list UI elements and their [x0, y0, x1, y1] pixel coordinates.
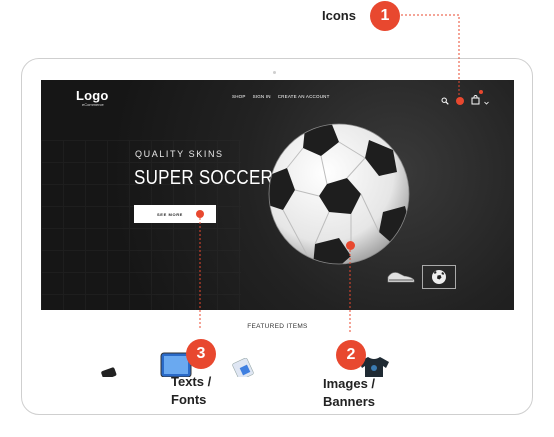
callout-texts-line1: Texts / — [171, 374, 212, 389]
callout-2-marker: 2 — [336, 340, 366, 370]
callout-3-marker: 3 — [186, 339, 216, 369]
callout-texts-line2: Fonts — [171, 392, 207, 407]
images-marker-dot — [346, 241, 355, 250]
callout-lines — [199, 14, 460, 332]
callout-images-label: Images / Banners — [323, 375, 375, 411]
callout-1-marker: 1 — [370, 1, 400, 31]
callout-texts-label: Texts / Fonts — [171, 373, 211, 409]
callout-images-line2: Banners — [323, 394, 376, 409]
callout-icons-label: Icons — [322, 8, 356, 23]
callout-images-line1: Images / — [323, 376, 376, 391]
